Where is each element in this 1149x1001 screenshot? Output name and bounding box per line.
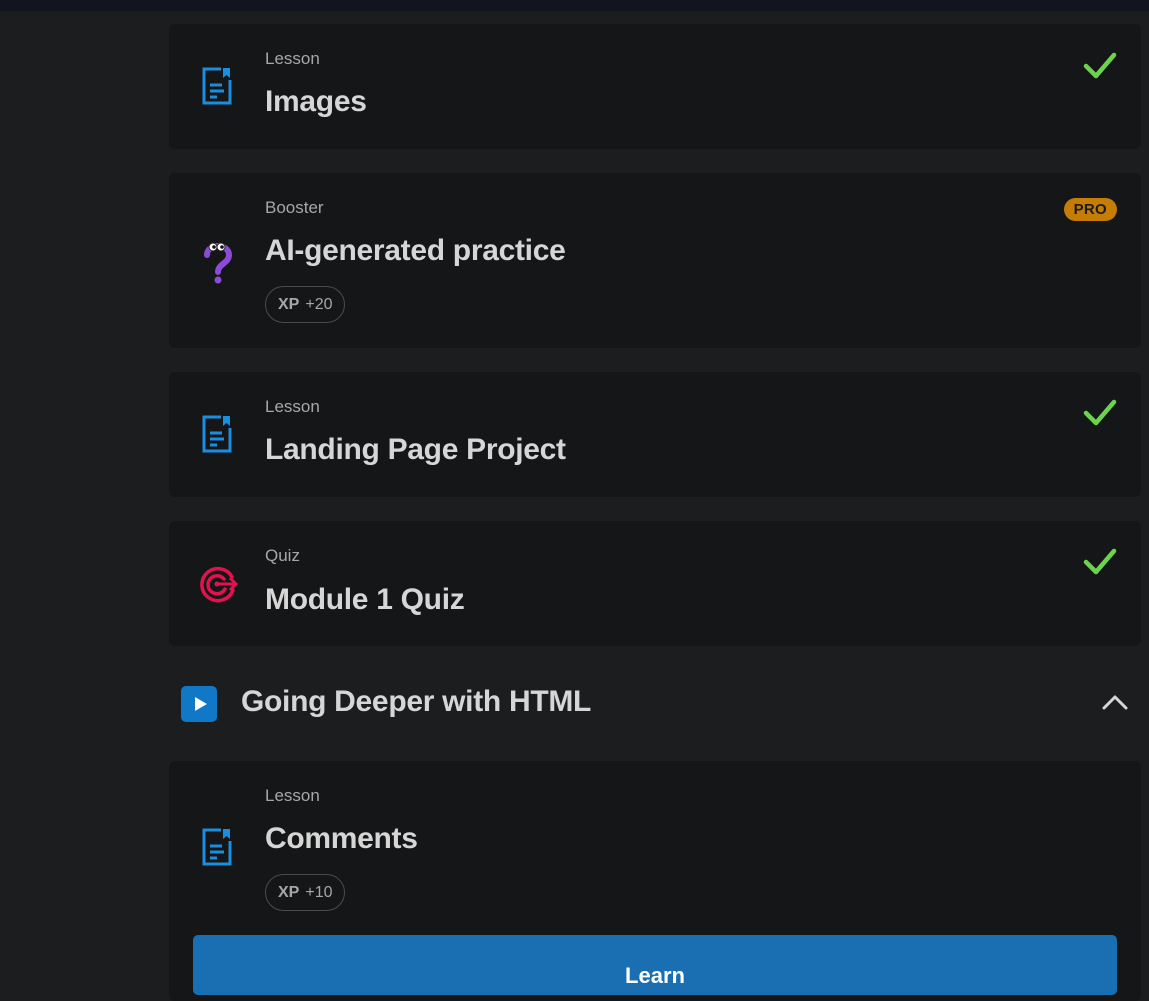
item-title: Comments [265,822,418,855]
xp-pill: XP +10 [265,874,346,911]
checkmark-icon [1083,398,1117,433]
checkmark-icon [1083,51,1117,86]
lesson-card-images[interactable]: Lesson Images [169,24,1141,149]
top-bar [0,0,1149,11]
learn-button[interactable]: Learn [193,935,1117,995]
xp-label: XP [278,883,300,901]
item-type-label: Lesson [265,397,320,416]
item-type-label: Lesson [265,49,320,68]
item-title: AI-generated practice [265,234,566,267]
item-type-label: Lesson [265,786,320,805]
item-title: Images [265,85,367,118]
item-title: Landing Page Project [265,433,566,466]
checkmark-icon [1083,547,1117,582]
item-type-label: Booster [265,198,324,217]
lesson-document-icon [199,66,235,111]
lesson-document-icon [199,827,235,872]
lesson-card-comments[interactable]: Lesson Comments XP +10 Learn [169,761,1141,1001]
lesson-document-icon [199,414,235,459]
module-title: Going Deeper with HTML [241,685,592,718]
item-title: Module 1 Quiz [265,583,465,616]
item-type-label: Quiz [265,546,300,565]
lesson-card-landing-page[interactable]: Lesson Landing Page Project [169,372,1141,497]
xp-pill: XP +20 [265,286,346,323]
module-header[interactable]: Going Deeper with HTML [169,675,1141,735]
booster-card-ai-practice[interactable]: Booster AI-generated practice PRO XP +20 [169,173,1141,348]
xp-label: XP [278,295,300,313]
quiz-card-module-1[interactable]: Quiz Module 1 Quiz [169,521,1141,646]
chevron-up-icon[interactable] [1101,693,1129,716]
play-icon [181,686,217,722]
question-mark-icon [199,239,235,290]
xp-value: +10 [305,883,333,901]
target-icon [199,564,239,609]
xp-value: +20 [305,295,333,313]
pro-badge: PRO [1063,198,1117,221]
